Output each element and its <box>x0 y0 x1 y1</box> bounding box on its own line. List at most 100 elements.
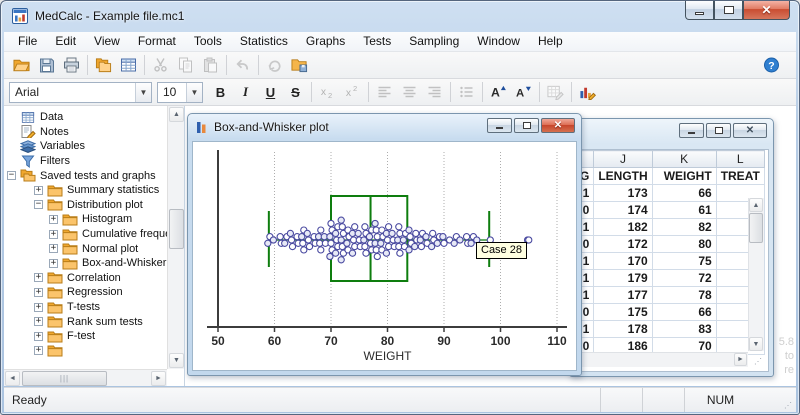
tree-item-notes[interactable]: Notes <box>4 125 167 140</box>
tree-item-t-tests[interactable]: +T-tests <box>4 300 167 315</box>
expand-icon[interactable]: + <box>49 259 58 268</box>
font-decrease-button[interactable]: A <box>511 81 536 104</box>
close-button[interactable]: ✕ <box>743 1 790 20</box>
save-all-button[interactable] <box>287 54 312 77</box>
column-header-K[interactable]: K <box>652 151 716 168</box>
maximize-button[interactable] <box>706 123 731 138</box>
scroll-up-icon[interactable]: ▲ <box>169 107 184 122</box>
cell[interactable]: 173 <box>594 185 652 202</box>
resize-grip[interactable]: ⋰ <box>754 357 763 366</box>
cell[interactable]: 179 <box>594 270 652 287</box>
cell[interactable]: 72 <box>652 270 716 287</box>
minimize-button[interactable] <box>487 118 512 133</box>
column-header-L[interactable]: L <box>716 151 764 168</box>
variable-name-cell[interactable]: TREAT <box>716 168 764 185</box>
print-button[interactable] <box>59 54 84 77</box>
tree-vscroll-thumb[interactable] <box>169 209 184 249</box>
open-file-button[interactable] <box>9 54 34 77</box>
bold-button[interactable]: B <box>208 81 233 104</box>
cell[interactable]: 80 <box>652 236 716 253</box>
font-increase-button[interactable]: A <box>486 81 511 104</box>
menu-file[interactable]: File <box>9 32 46 51</box>
menu-help[interactable]: Help <box>529 32 572 51</box>
close-button[interactable]: ✕ <box>541 118 575 133</box>
expand-icon[interactable]: + <box>34 332 43 341</box>
cell[interactable]: 182 <box>594 219 652 236</box>
expand-icon[interactable]: + <box>34 346 43 355</box>
underline-button[interactable]: U <box>258 81 283 104</box>
scroll-down-icon[interactable]: ▼ <box>749 337 763 351</box>
align-center-button[interactable] <box>397 81 422 104</box>
tree-vertical-scrollbar[interactable]: ▲ ▼ <box>167 106 184 369</box>
resize-grip[interactable]: ⋰ <box>780 388 796 412</box>
menu-tests[interactable]: Tests <box>354 32 400 51</box>
sheet-vertical-scrollbar[interactable]: ▲ ▼ <box>748 198 764 351</box>
cell[interactable]: 178 <box>594 321 652 338</box>
expand-icon[interactable]: + <box>34 288 43 297</box>
variable-name-cell[interactable]: WEIGHT <box>652 168 716 185</box>
tree-item-box-and-whisker[interactable]: +Box-and-Whisker <box>4 256 167 271</box>
collapse-icon[interactable]: − <box>7 171 16 180</box>
cell[interactable]: 66 <box>652 185 716 202</box>
scroll-right-icon[interactable]: ► <box>151 371 166 386</box>
scroll-down-icon[interactable]: ▼ <box>169 353 184 368</box>
menu-format[interactable]: Format <box>129 32 185 51</box>
expand-icon[interactable]: + <box>49 244 58 253</box>
cell[interactable]: 75 <box>652 253 716 270</box>
chart-format-button[interactable] <box>575 81 600 104</box>
cell[interactable]: 82 <box>652 219 716 236</box>
tree-item-summary-statistics[interactable]: +Summary statistics <box>4 183 167 198</box>
tree-item-normal-plot[interactable]: +Normal plot <box>4 241 167 256</box>
tree-item-f-test[interactable]: +F-test <box>4 329 167 344</box>
tree-hscroll-thumb[interactable]: ||| <box>22 371 107 386</box>
cell[interactable]: 170 <box>594 253 652 270</box>
copy-button[interactable] <box>173 54 198 77</box>
scroll-up-icon[interactable]: ▲ <box>749 198 763 212</box>
tree-item-data[interactable]: Data <box>4 110 167 125</box>
expand-icon[interactable]: + <box>34 186 43 195</box>
minimize-button[interactable] <box>679 123 704 138</box>
tree-item-rank-sum-tests[interactable]: +Rank sum tests <box>4 314 167 329</box>
align-right-button[interactable] <box>422 81 447 104</box>
menu-edit[interactable]: Edit <box>46 32 85 51</box>
close-button[interactable]: ✕ <box>733 123 767 138</box>
data-grid-button[interactable] <box>116 54 141 77</box>
tree-item-cumulative-freque[interactable]: +Cumulative freque <box>4 227 167 242</box>
menu-window[interactable]: Window <box>468 32 529 51</box>
cell-format-button[interactable] <box>543 81 568 104</box>
maximize-button[interactable] <box>714 1 743 20</box>
align-left-button[interactable] <box>372 81 397 104</box>
tree-item-distribution-plot[interactable]: −Distribution plot <box>4 198 167 213</box>
scroll-left-icon[interactable]: ◄ <box>5 371 20 386</box>
tree-item-variables[interactable]: Variables <box>4 139 167 154</box>
tree-item-saved-tests-and-graphs[interactable]: −Saved tests and graphs <box>4 168 167 183</box>
tree-item-clipped[interactable]: + <box>4 344 167 359</box>
expand-icon[interactable]: + <box>49 215 58 224</box>
undo-button[interactable] <box>230 54 255 77</box>
column-header-J[interactable]: J <box>594 151 652 168</box>
cell[interactable]: 83 <box>652 321 716 338</box>
paste-button[interactable] <box>198 54 223 77</box>
menu-tools[interactable]: Tools <box>185 32 231 51</box>
redo-button[interactable] <box>262 54 287 77</box>
expand-icon[interactable]: + <box>49 230 58 239</box>
minimize-button[interactable] <box>685 1 714 20</box>
scroll-right-icon[interactable]: ► <box>734 353 747 366</box>
menu-sampling[interactable]: Sampling <box>400 32 468 51</box>
cell[interactable]: 66 <box>652 304 716 321</box>
italic-button[interactable]: I <box>233 81 258 104</box>
tree-item-regression[interactable]: +Regression <box>4 285 167 300</box>
expand-icon[interactable]: + <box>34 273 43 282</box>
expand-icon[interactable]: + <box>34 317 43 326</box>
help-button[interactable]: ? <box>759 54 784 77</box>
menu-view[interactable]: View <box>85 32 129 51</box>
menu-statistics[interactable]: Statistics <box>231 32 297 51</box>
save-button[interactable] <box>34 54 59 77</box>
cell[interactable]: 177 <box>594 287 652 304</box>
collapse-icon[interactable]: − <box>34 200 43 209</box>
font-size-combobox[interactable]: 10 ▼ <box>157 82 203 103</box>
copy-pages-button[interactable] <box>91 54 116 77</box>
spreadsheet-window[interactable]: ✕ JKLGLENGTHWEIGHTTREAT11736601746111828… <box>569 118 774 377</box>
bullet-list-button[interactable] <box>454 81 479 104</box>
menu-graphs[interactable]: Graphs <box>297 32 354 51</box>
